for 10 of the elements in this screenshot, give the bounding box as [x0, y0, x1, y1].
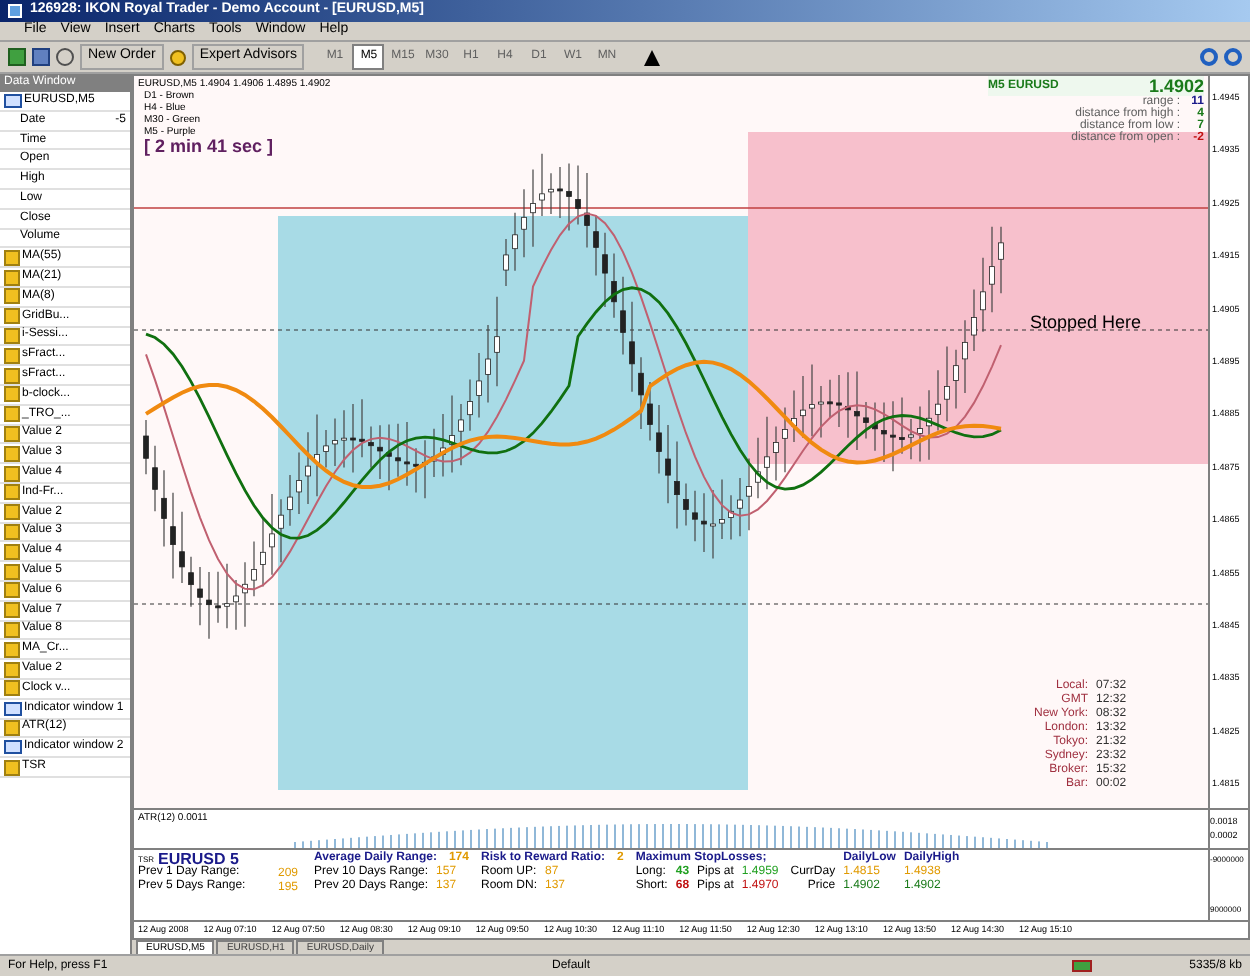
indicator-icon [4, 759, 20, 775]
chart-annotation: Stopped Here [1030, 310, 1142, 336]
info-price: 1.4902 [1148, 76, 1204, 96]
bar-timer: [ 2 min 41 sec ] [144, 136, 274, 160]
app-icon [8, 4, 22, 18]
window-icon [4, 93, 22, 108]
tsr-symbol: EURUSD 5 [158, 852, 239, 866]
connection-icon [1072, 960, 1092, 972]
window-icon [4, 701, 22, 716]
window-icon [4, 740, 22, 755]
